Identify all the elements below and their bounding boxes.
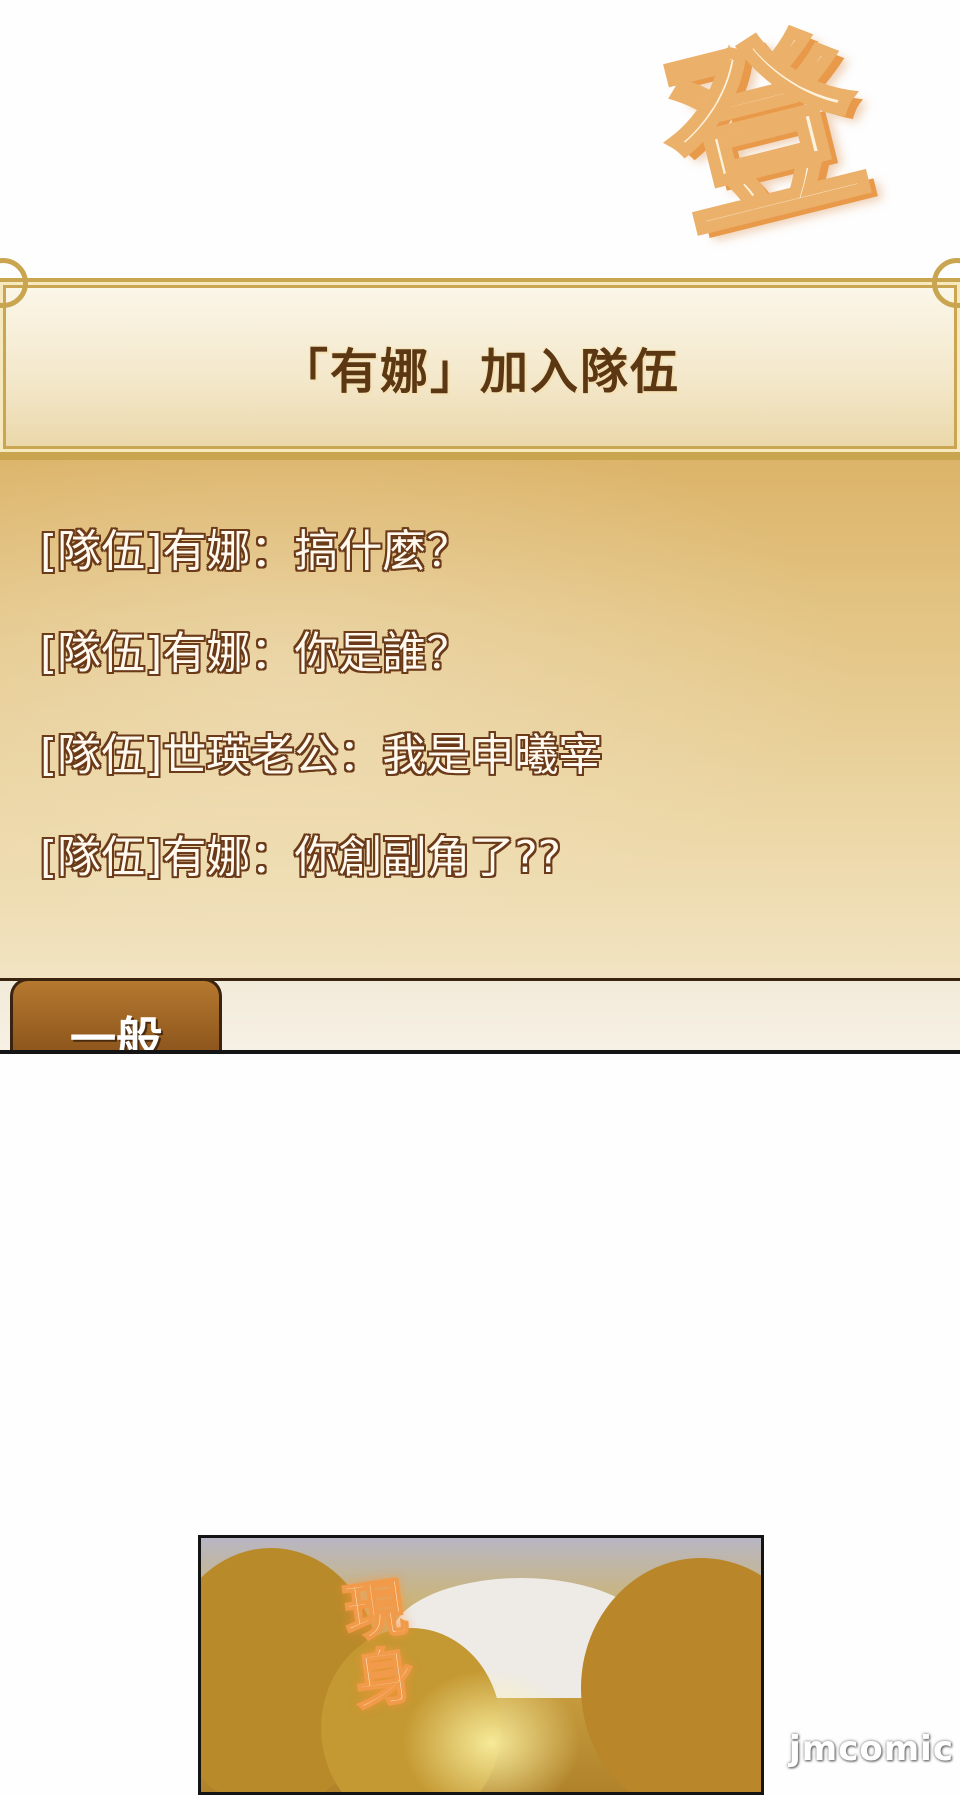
comic-panel-bottom: 現身 (198, 1535, 764, 1795)
chat-message: [隊伍]有娜：搞什麼？ (40, 526, 471, 577)
chat-message: [隊伍]世瑛老公：我是申曦宰 (40, 730, 603, 781)
watermark-logo: jmcomic (789, 1729, 954, 1769)
chat-log: [隊伍]有娜：搞什麼？ [隊伍]有娜：你是誰？ [隊伍]世瑛老公：我是申曦宰 [… (0, 456, 960, 982)
chat-message: [隊伍]有娜：你創副角了?? (40, 832, 562, 883)
comic-panel-top: 登 「有娜」加入隊伍 [隊伍]有娜：搞什麼？ [隊伍]有娜：你是誰？ [隊伍]世… (0, 0, 960, 1054)
banner-title: 「有娜」加入隊伍 (279, 344, 680, 400)
spawn-glow (401, 1668, 581, 1792)
sound-effect-deng: 登 (643, 1, 887, 267)
chat-message: [隊伍]有娜：你是誰？ (40, 628, 471, 679)
sound-effect-xianshen: 現身 (328, 1573, 421, 1720)
party-join-banner: 「有娜」加入隊伍 (0, 278, 960, 456)
tab-general-label: 一般 (70, 1012, 162, 1054)
panel-border (0, 1050, 960, 1054)
tab-general[interactable]: 一般 (10, 978, 222, 1054)
chat-lines: [隊伍]有娜：搞什麼？ [隊伍]有娜：你是誰？ [隊伍]世瑛老公：我是申曦宰 [… (40, 530, 602, 938)
